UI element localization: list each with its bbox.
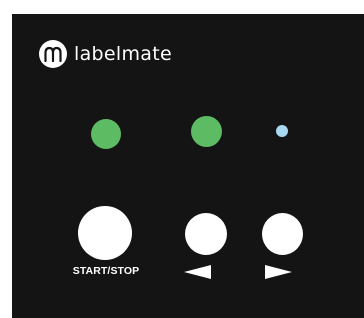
status-led-3: [276, 125, 288, 137]
m-letter-glyph: [44, 46, 62, 62]
m-letter-logo-icon: [39, 40, 67, 68]
start-stop-button[interactable]: [78, 206, 132, 260]
start-stop-label: START/STOP: [72, 265, 140, 277]
brand-name: labelmate: [74, 42, 172, 65]
status-led-2: [191, 116, 222, 147]
status-led-1: [91, 119, 121, 149]
right-triangle-icon: [265, 265, 292, 279]
brand: labelmate: [39, 40, 172, 68]
next-button[interactable]: [262, 213, 303, 255]
control-panel: labelmate START/STOP: [12, 14, 364, 318]
left-triangle-icon: [184, 265, 211, 279]
previous-button[interactable]: [185, 213, 227, 255]
